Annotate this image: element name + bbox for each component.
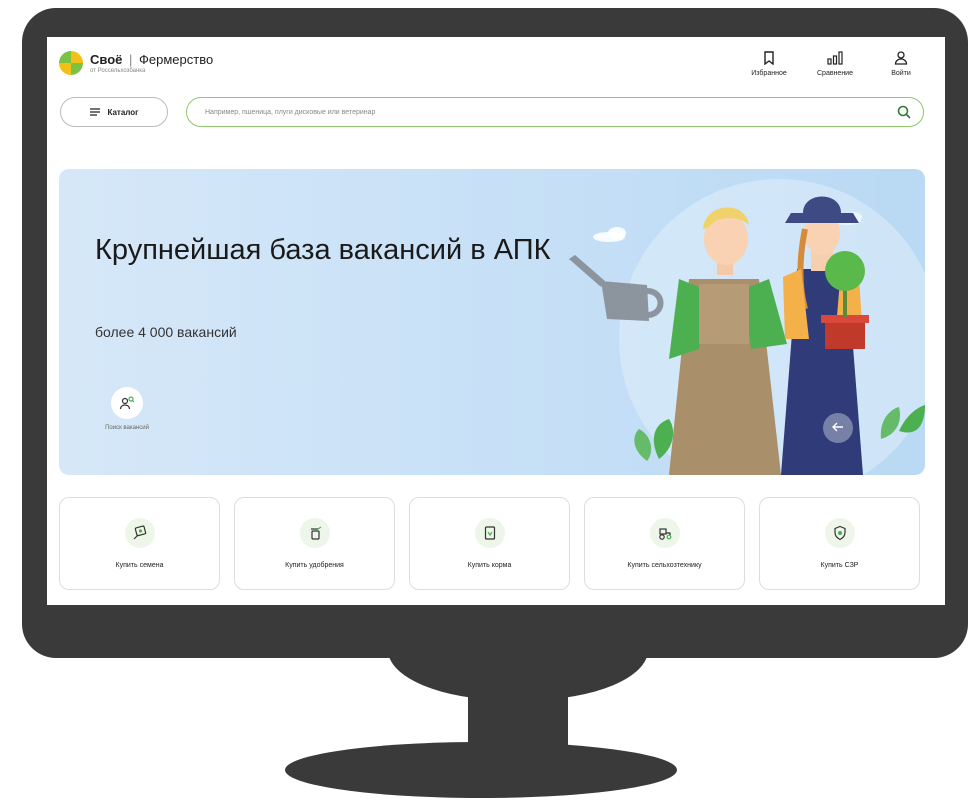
logo-separator: |: [129, 52, 133, 67]
search-icon[interactable]: [897, 105, 911, 119]
banner-illustration: [569, 179, 925, 475]
logo-text: Своё | Фермерство от Россельхозбанка: [90, 52, 213, 74]
favorites-label: Избранное: [751, 70, 787, 77]
promo-banner[interactable]: Крупнейшая база вакансий в АПК более 4 0…: [59, 169, 925, 475]
compare-label: Сравнение: [817, 70, 853, 77]
category-card-feed[interactable]: Купить корма: [409, 497, 570, 590]
header-actions: Избранное Сравнение Войти: [745, 49, 925, 77]
bookmark-icon: [760, 49, 778, 67]
banner-title: Крупнейшая база вакансий в АПК: [95, 234, 551, 266]
login-button[interactable]: Войти: [877, 49, 925, 77]
compare-button[interactable]: Сравнение: [811, 49, 859, 77]
category-label: Купить семена: [115, 562, 164, 569]
category-label: Купить удобрения: [285, 562, 344, 569]
vacancy-search-label[interactable]: Поиск вакансий: [87, 425, 167, 431]
logo-mark-icon: [59, 51, 83, 75]
catalog-button[interactable]: Каталог: [60, 97, 168, 127]
search-input[interactable]: [203, 107, 897, 117]
category-label: Купить сельхозтехнику: [627, 562, 702, 569]
category-card-machinery[interactable]: Купить сельхозтехнику: [584, 497, 745, 590]
feed-icon: [474, 518, 505, 548]
seeds-icon: [124, 518, 155, 548]
category-label: Купить корма: [467, 562, 512, 569]
monitor-screen: Своё | Фермерство от Россельхозбанка Изб…: [47, 37, 945, 605]
category-card-seeds[interactable]: Купить семена: [59, 497, 220, 590]
compare-icon: [826, 49, 844, 67]
category-cards: Купить семена Купить удобрения Купить ко…: [59, 497, 920, 590]
category-card-fertilizer[interactable]: Купить удобрения: [234, 497, 395, 590]
monitor-base: [285, 742, 677, 798]
category-card-crop-protection[interactable]: Купить СЗР: [759, 497, 920, 590]
login-label: Войти: [891, 70, 911, 77]
category-label: Купить СЗР: [820, 562, 859, 569]
fertilizer-icon: [299, 518, 330, 548]
logo-subtitle: от Россельхозбанка: [90, 68, 146, 74]
user-icon: [892, 49, 910, 67]
banner-subtitle: более 4 000 вакансий: [95, 324, 237, 340]
menu-icon: [89, 103, 100, 121]
person-search-icon[interactable]: [111, 387, 143, 419]
site-logo[interactable]: Своё | Фермерство от Россельхозбанка: [59, 51, 213, 75]
banner-prev-button[interactable]: [823, 413, 853, 443]
arrow-left-icon: [832, 419, 844, 437]
shield-icon: [824, 518, 855, 548]
favorites-button[interactable]: Избранное: [745, 49, 793, 77]
search-box[interactable]: [186, 97, 924, 127]
logo-product: Фермерство: [139, 52, 214, 67]
tractor-icon: [649, 518, 680, 548]
catalog-label: Каталог: [107, 107, 139, 117]
logo-brand: Своё: [90, 52, 123, 67]
